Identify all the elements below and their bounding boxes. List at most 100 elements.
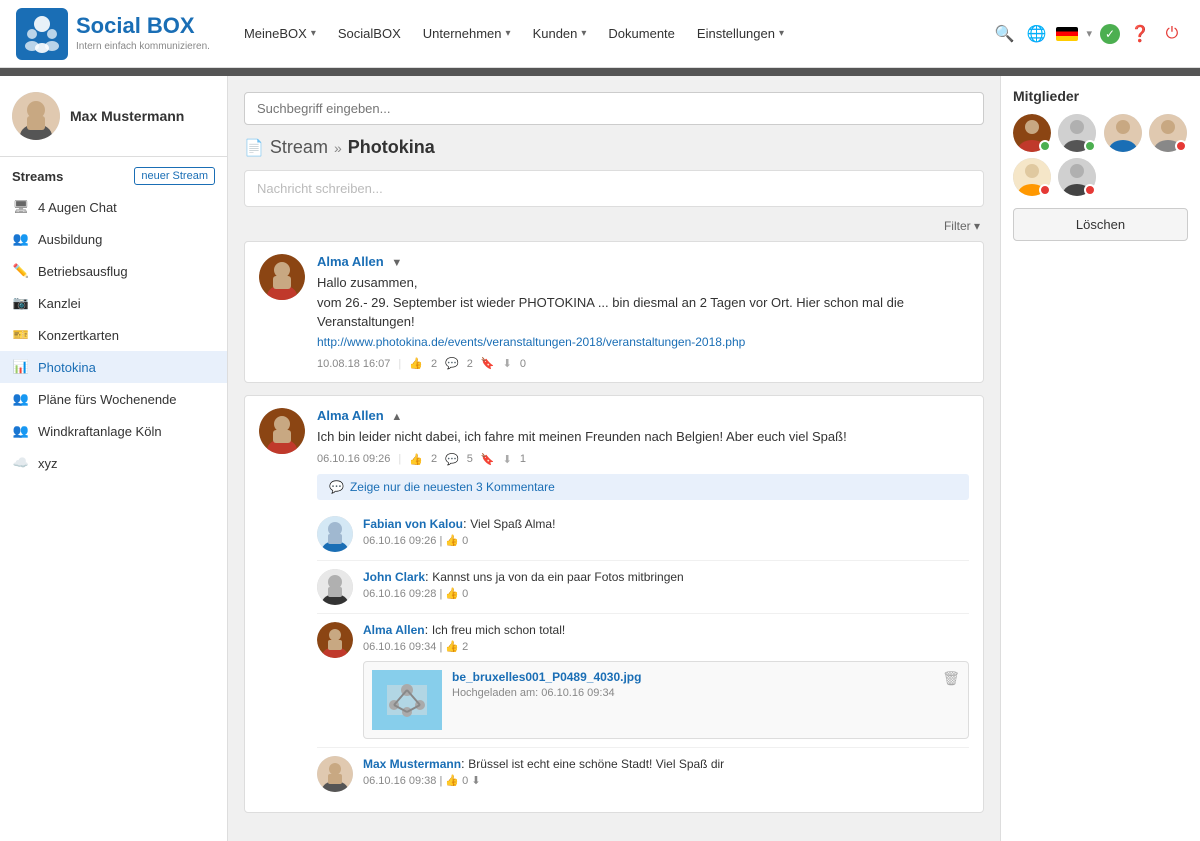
post-body: Alma Allen ▼ Hallo zusammen, vom 26.- 29…: [317, 254, 969, 370]
download-comment-icon[interactable]: ⬇: [471, 775, 480, 787]
comment-date: 06.10.16 09:26: [363, 535, 436, 547]
sidebar-item-windkraft[interactable]: 👥 Windkraftanlage Köln: [0, 415, 227, 447]
member-status-red: [1175, 140, 1187, 152]
member-1[interactable]: [1013, 114, 1051, 152]
comment-date: 06.10.16 09:28: [363, 588, 436, 600]
nav-einstellungen[interactable]: Einstellungen ▾: [687, 18, 794, 49]
ticket-icon: 🎫: [12, 326, 30, 344]
post-meta: 06.10.16 09:26 | 👍 2 💬 5 🔖 ⬇ 1: [317, 453, 969, 466]
author-arrow: ▲: [391, 411, 402, 423]
comment-meta: 06.10.16 09:34 | 👍 2: [363, 640, 969, 653]
like-button[interactable]: 👍: [409, 357, 423, 370]
show-comments-button[interactable]: 💬 Zeige nur die neuesten 3 Kommentare: [317, 474, 969, 500]
nav-unternehmen[interactable]: Unternehmen ▾: [413, 18, 521, 49]
sidebar-item-wochenende[interactable]: 👥 Pläne fürs Wochenende: [0, 383, 227, 415]
sidebar-item-betriebsausflug[interactable]: ✏️ Betriebsausflug: [0, 255, 227, 287]
download-icon[interactable]: ⬇: [503, 453, 512, 466]
post-header: Alma Allen ▲ Ich bin leider nicht dabei,…: [259, 408, 969, 800]
nav-kunden[interactable]: Kunden ▾: [523, 18, 597, 49]
logo-icon: [16, 8, 68, 60]
download-icon[interactable]: ⬇: [503, 357, 512, 370]
post-author-name: Alma Allen ▲: [317, 408, 969, 423]
show-comments-label: Zeige nur die neuesten 3 Kommentare: [350, 480, 555, 494]
status-check-icon[interactable]: ✓: [1100, 24, 1120, 44]
alma-allen-comment-avatar: [317, 622, 353, 658]
post-text: Hallo zusammen, vom 26.- 29. September i…: [317, 273, 969, 351]
sidebar-item-photokina[interactable]: 📊 Photokina: [0, 351, 227, 383]
nav-meinebox[interactable]: MeineBOX ▾: [234, 18, 326, 49]
power-icon[interactable]: ⏻: [1160, 22, 1184, 46]
attachment-thumbnail: [372, 670, 442, 730]
search-icon[interactable]: 🔍: [992, 22, 1016, 46]
nav-dokumente[interactable]: Dokumente: [598, 18, 684, 49]
comment-button[interactable]: 💬: [445, 357, 459, 370]
user-name: Max Mustermann: [70, 108, 184, 124]
document-icon: 📄: [244, 138, 264, 158]
monitor-icon: 🖥: [12, 198, 30, 216]
member-5[interactable]: [1013, 158, 1051, 196]
comment-date: 06.10.16 09:38: [363, 775, 436, 787]
member-6[interactable]: [1058, 158, 1096, 196]
user-avatar-image: [12, 92, 60, 140]
streams-header: Streams neuer Stream: [0, 157, 227, 191]
stream-breadcrumb: 📄 Stream » Photokina: [244, 137, 984, 158]
message-input[interactable]: Nachricht schreiben...: [244, 170, 984, 207]
alma-allen-avatar-2: [259, 408, 305, 454]
members-grid: [1013, 114, 1188, 196]
sidebar-item-ausbildung[interactable]: 👥 Ausbildung: [0, 223, 227, 255]
main-layout: Max Mustermann Streams neuer Stream 🖥 4 …: [0, 76, 1200, 841]
comment-3: Alma Allen: Ich freu mich schon total! 0…: [317, 614, 969, 748]
comment-avatar: [317, 756, 353, 792]
delete-attachment-button[interactable]: 🗑: [942, 670, 960, 687]
post-date: 10.08.18 16:07: [317, 358, 390, 370]
chevron-down-icon: ▾: [581, 28, 586, 39]
bookmark-icon[interactable]: 🔖: [481, 453, 495, 466]
comment-author: John Clark: [363, 570, 425, 584]
search-input[interactable]: [244, 92, 984, 125]
comment-count: 5: [467, 453, 473, 465]
logo-text: Social BOX Intern einfach kommunizieren.: [76, 15, 210, 52]
post-link[interactable]: http://www.photokina.de/events/veranstal…: [317, 335, 745, 349]
new-stream-button[interactable]: neuer Stream: [134, 167, 215, 185]
flag-icon[interactable]: [1056, 27, 1078, 41]
flag-dropdown[interactable]: ▾: [1086, 27, 1092, 40]
comment-button[interactable]: 💬: [445, 453, 459, 466]
post-body: Alma Allen ▲ Ich bin leider nicht dabei,…: [317, 408, 969, 800]
top-nav: Social BOX Intern einfach kommunizieren.…: [0, 0, 1200, 68]
app-tagline: Intern einfach kommunizieren.: [76, 41, 210, 52]
comment-date: 06.10.16 09:34: [363, 641, 436, 653]
delete-button[interactable]: Löschen: [1013, 208, 1188, 241]
member-3[interactable]: [1104, 114, 1142, 152]
users-icon: 👥: [12, 230, 30, 248]
avatar: [12, 92, 60, 140]
content-area: 📄 Stream » Photokina Nachricht schreiben…: [228, 76, 1000, 841]
comment-text: Ich freu mich schon total!: [432, 623, 565, 637]
attachment-image: [372, 670, 442, 730]
comment-text: Kannst uns ja von da ein paar Fotos mitb…: [432, 570, 683, 584]
member-4[interactable]: [1149, 114, 1187, 152]
attachment: be_bruxelles001_P0489_4030.jpg Hochgelad…: [363, 661, 969, 739]
user-profile: Max Mustermann: [0, 76, 227, 157]
sidebar-item-4augenchat[interactable]: 🖥 4 Augen Chat: [0, 191, 227, 223]
sidebar-item-xyz[interactable]: ☁️ xyz: [0, 447, 227, 479]
bookmark-icon[interactable]: 🔖: [481, 357, 495, 370]
nav-socialbox[interactable]: SocialBOX: [328, 18, 411, 49]
member-2[interactable]: [1058, 114, 1096, 152]
post-author-avatar: [259, 254, 305, 300]
filter-button[interactable]: Filter ▾: [944, 219, 980, 233]
sidebar-item-kanzlei[interactable]: 📷 Kanzlei: [0, 287, 227, 319]
comment-body: Fabian von Kalou: Viel Spaß Alma! 06.10.…: [363, 516, 969, 552]
pencil-icon: ✏️: [12, 262, 30, 280]
comment-body: John Clark: Kannst uns ja von da ein paa…: [363, 569, 969, 605]
main-nav: MeineBOX ▾ SocialBOX Unternehmen ▾ Kunde…: [234, 18, 993, 49]
right-panel: Mitglieder: [1000, 76, 1200, 841]
stream-title: 📄 Stream » Photokina: [244, 137, 435, 158]
globe-icon[interactable]: 🌐: [1024, 22, 1048, 46]
cloud-icon: ☁️: [12, 454, 30, 472]
like-button[interactable]: 👍: [409, 453, 423, 466]
stream-separator: »: [334, 140, 342, 156]
help-icon[interactable]: ❓: [1128, 22, 1152, 46]
member-avatar-3: [1104, 114, 1142, 152]
users-icon: 👥: [12, 390, 30, 408]
sidebar-item-konzertkarten[interactable]: 🎫 Konzertkarten: [0, 319, 227, 351]
